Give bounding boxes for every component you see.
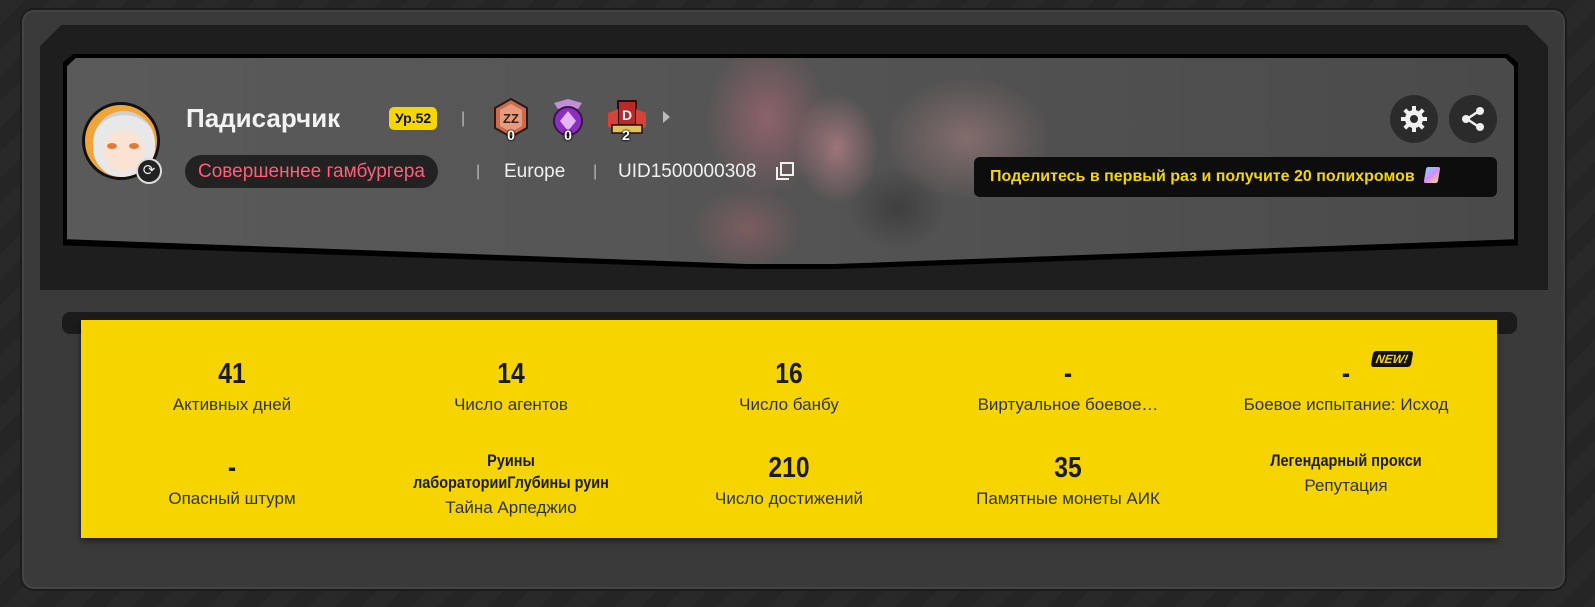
- stat-achievements: 210 Число достижений: [651, 451, 927, 509]
- stat-agents: 14 Число агентов: [373, 357, 649, 415]
- polychrome-icon: [1423, 167, 1441, 183]
- stat-value: -: [1063, 358, 1073, 390]
- stat-label: Активных дней: [172, 395, 292, 414]
- stat-value: -: [1341, 358, 1351, 390]
- stat-label: Репутация: [1304, 476, 1388, 495]
- separator: |: [593, 163, 598, 180]
- level-badge: Ур.52: [389, 107, 438, 130]
- share-button[interactable]: [1449, 95, 1497, 143]
- stat-virtual-combat: - Виртуальное боевое…: [929, 357, 1207, 415]
- svg-text:ZZ: ZZ: [503, 111, 519, 126]
- stat-label: Памятные монеты АИК: [976, 489, 1160, 508]
- stat-label: Число достижений: [715, 489, 863, 508]
- stat-value: 35: [1054, 452, 1082, 484]
- change-avatar-icon[interactable]: ⟳: [136, 158, 162, 184]
- more-medals-icon[interactable]: [663, 111, 670, 123]
- stat-battle-trial: - Боевое испытание: Исход: [1208, 357, 1484, 415]
- separator: |: [461, 110, 466, 127]
- settings-button[interactable]: [1390, 95, 1438, 143]
- stat-value: Руины лабораторииГлубины руин: [413, 451, 609, 492]
- medal-zzz-icon[interactable]: ZZ 0: [491, 97, 531, 143]
- share-promo-banner[interactable]: Поделитесь в первый раз и получите 20 по…: [974, 157, 1497, 197]
- stat-value: 14: [497, 358, 525, 390]
- avatar-eye-left: [107, 143, 117, 149]
- stat-label: Число банбу: [739, 395, 839, 414]
- medal-purple-gem-icon[interactable]: 0: [548, 97, 588, 143]
- stat-value: 210: [768, 452, 810, 484]
- medal-red-crest-icon[interactable]: D 2: [606, 97, 646, 143]
- medal-count: 2: [622, 127, 630, 143]
- uid: UID1500000308: [618, 161, 757, 182]
- stat-value: -: [227, 452, 237, 484]
- player-title[interactable]: Совершеннее гамбургера: [185, 155, 438, 188]
- gear-icon: [1401, 106, 1427, 132]
- stat-hazard-assault: - Опасный штурм: [94, 451, 370, 509]
- avatar-eye-right: [129, 143, 139, 149]
- stat-arpeggio-secret: Руины лабораторииГлубины руин Тайна Арпе…: [373, 450, 649, 518]
- stat-label: Боевое испытание: Исход: [1243, 395, 1449, 414]
- promo-text: Поделитесь в первый раз и получите 20 по…: [990, 168, 1415, 185]
- stat-bangboo: 16 Число банбу: [651, 357, 927, 415]
- region: Europe: [504, 161, 566, 182]
- stat-label: Тайна Арпеджио: [445, 498, 577, 517]
- new-badge: NEW!: [1370, 351, 1414, 367]
- medal-count: 0: [564, 127, 572, 143]
- stat-value: 16: [775, 358, 803, 390]
- stat-memento-coins: 35 Памятные монеты АИК: [929, 451, 1207, 509]
- username: Падисарчик: [186, 103, 341, 133]
- stat-label: Виртуальное боевое…: [977, 395, 1159, 414]
- copy-icon[interactable]: [776, 162, 794, 180]
- stat-value: 41: [218, 358, 246, 390]
- medal-count: 0: [507, 127, 515, 143]
- stat-label: Опасный штурм: [168, 489, 296, 508]
- stat-reputation: Легендарный прокси Репутация: [1208, 450, 1484, 496]
- share-icon: [1462, 107, 1484, 131]
- svg-text:D: D: [622, 107, 632, 123]
- stat-active-days: 41 Активных дней: [94, 357, 370, 415]
- separator: |: [476, 163, 481, 180]
- stat-label: Число агентов: [454, 395, 568, 414]
- stat-value: Легендарный прокси: [1270, 451, 1422, 470]
